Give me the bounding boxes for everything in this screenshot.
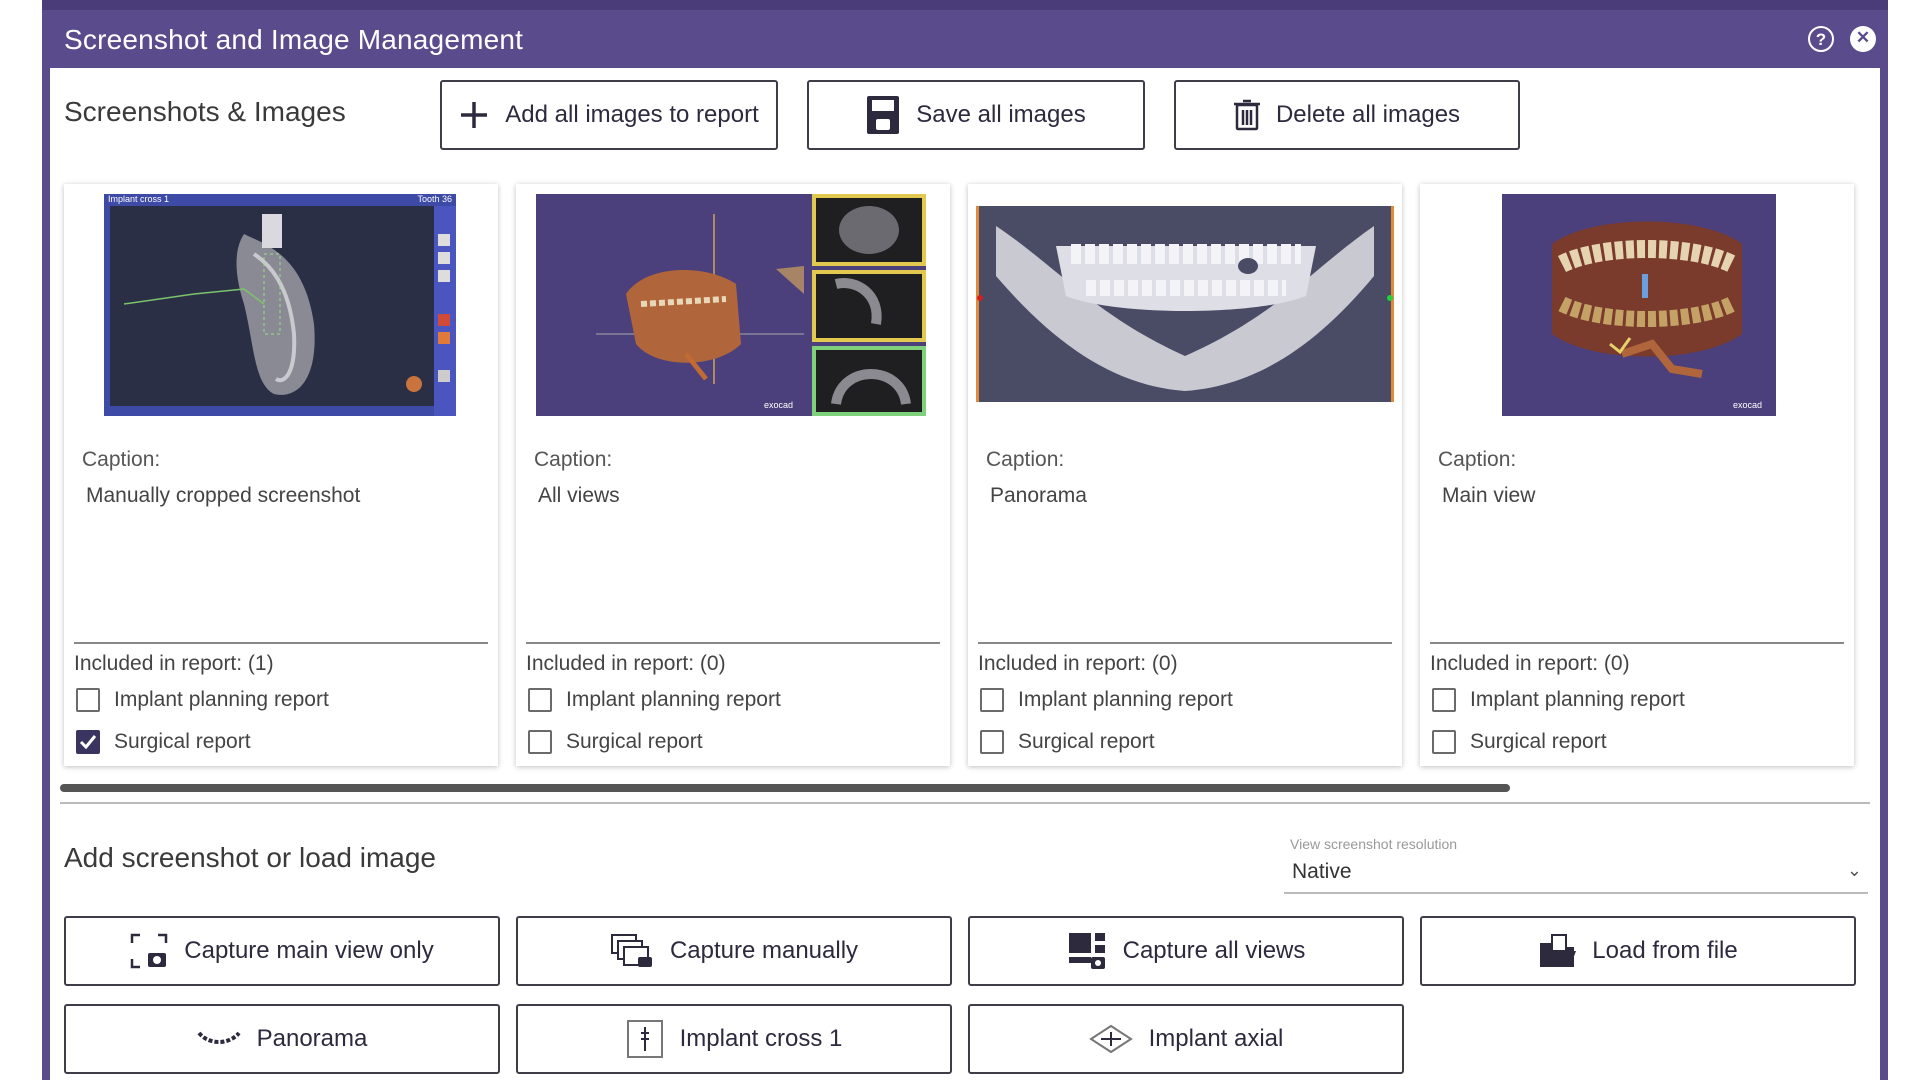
image-card[interactable]: exocad Caption: Main view Included in re… [1420,184,1854,766]
implant-planning-label: Implant planning report [114,688,329,711]
capture-all-icon [1067,931,1107,971]
thumb-title-text: Implant cross 1 [108,194,170,204]
surgical-report-option[interactable]: Surgical report [76,730,251,754]
resolution-dropdown[interactable]: Native ⌄ [1284,854,1868,894]
dialog-window: Screenshot and Image Management ? ✕ Scre… [42,0,1888,1090]
capture-manually-button[interactable]: Capture manually [516,916,952,986]
caption-text[interactable]: Manually cropped screenshot [86,484,360,508]
caption-text[interactable]: Panorama [990,484,1087,508]
implant-planning-checkbox[interactable] [528,688,552,712]
implant-planning-label: Implant planning report [1470,688,1685,711]
caption-label: Caption: [82,448,161,471]
implant-planning-label: Implant planning report [566,688,781,711]
trash-icon [1233,99,1260,131]
image-card[interactable]: exocad Caption: All views Included in re… [516,184,950,766]
plus-icon [459,100,489,130]
scrollbar-thumb[interactable] [60,784,1510,792]
surgical-report-option[interactable]: Surgical report [980,730,1155,754]
surgical-report-checkbox[interactable] [76,730,100,754]
surgical-report-checkbox[interactable] [528,730,552,754]
help-icon[interactable]: ? [1808,26,1834,52]
included-count: Included in report: (1) [74,652,274,675]
implant-planning-checkbox[interactable] [1432,688,1456,712]
included-count: Included in report: (0) [978,652,1178,675]
surgical-report-label: Surgical report [1470,730,1607,753]
checkmark-icon [79,735,97,750]
folder-open-icon [1538,933,1577,969]
thumbnail-implant-cross[interactable]: Implant cross 1 Tooth 36 [104,194,456,416]
caption-label: Caption: [1438,448,1517,471]
implant-planning-option[interactable]: Implant planning report [528,688,781,712]
caption-text[interactable]: All views [538,484,620,508]
horizontal-scrollbar[interactable] [60,784,1870,792]
implant-cross-button[interactable]: Implant cross 1 [516,1004,952,1074]
thumbnail-panorama[interactable] [976,206,1394,402]
capture-manually-label: Capture manually [669,937,859,964]
load-from-file-label: Load from file [1592,937,1738,964]
load-from-file-button[interactable]: Load from file [1420,916,1856,986]
panorama-label: Panorama [256,1025,368,1052]
surgical-report-option[interactable]: Surgical report [1432,730,1607,754]
resolution-label: View screenshot resolution [1290,836,1458,852]
title-bar: Screenshot and Image Management ? ✕ [42,10,1888,68]
dialog-body: Screenshots & Images Add all images to r… [50,68,1880,1090]
capture-manual-icon [610,933,654,969]
section-title-add: Add screenshot or load image [64,842,436,873]
included-count: Included in report: (0) [1430,652,1630,675]
image-card[interactable]: Implant cross 1 Tooth 36 Caption: Manual… [64,184,498,766]
section-title-screenshots: Screenshots & Images [64,96,346,127]
surgical-report-option[interactable]: Surgical report [528,730,703,754]
delete-all-images-button[interactable]: Delete all images [1174,80,1520,150]
caption-divider [1430,642,1844,644]
save-icon [866,95,900,135]
surgical-report-label: Surgical report [1018,730,1155,753]
caption-divider [74,642,488,644]
implant-axial-label: Implant axial [1148,1025,1284,1052]
implant-cross-icon [626,1019,664,1059]
implant-planning-checkbox[interactable] [980,688,1004,712]
panorama-button[interactable]: Panorama [64,1004,500,1074]
caption-divider [526,642,940,644]
caption-divider [978,642,1392,644]
surgical-report-label: Surgical report [114,730,251,753]
camera-crop-icon [130,933,168,969]
capture-main-view-button[interactable]: Capture main view only [64,916,500,986]
section-separator [60,802,1870,804]
image-card[interactable]: Caption: Panorama Included in report: (0… [968,184,1402,766]
save-all-images-button[interactable]: Save all images [807,80,1145,150]
implant-axial-icon [1088,1024,1133,1054]
chevron-down-icon: ⌄ [1846,860,1862,880]
panorama-icon [197,1029,241,1049]
thumb-tooth-text: Tooth 36 [417,194,452,204]
surgical-report-checkbox[interactable] [980,730,1004,754]
implant-cross-label: Implant cross 1 [679,1025,843,1052]
implant-axial-button[interactable]: Implant axial [968,1004,1404,1074]
window-title: Screenshot and Image Management [64,24,524,55]
add-all-to-report-button[interactable]: Add all images to report [440,80,778,150]
resolution-value: Native [1292,860,1352,883]
caption-label: Caption: [986,448,1065,471]
thumb-brand-text: exocad [764,400,794,410]
thumbnail-main-view[interactable]: exocad [1502,194,1776,416]
add-all-label: Add all images to report [505,101,759,128]
implant-planning-checkbox[interactable] [76,688,100,712]
surgical-report-checkbox[interactable] [1432,730,1456,754]
implant-planning-option[interactable]: Implant planning report [980,688,1233,712]
implant-planning-option[interactable]: Implant planning report [76,688,329,712]
delete-all-label: Delete all images [1275,101,1461,128]
close-icon[interactable]: ✕ [1850,26,1876,52]
capture-all-views-button[interactable]: Capture all views [968,916,1404,986]
capture-main-view-label: Capture main view only [184,937,434,964]
caption-label: Caption: [534,448,613,471]
implant-planning-label: Implant planning report [1018,688,1233,711]
included-count: Included in report: (0) [526,652,726,675]
capture-all-views-label: Capture all views [1122,937,1306,964]
save-all-label: Save all images [916,101,1086,128]
implant-planning-option[interactable]: Implant planning report [1432,688,1685,712]
caption-text[interactable]: Main view [1442,484,1535,508]
thumbnail-all-views[interactable]: exocad [536,194,926,416]
surgical-report-label: Surgical report [566,730,703,753]
thumb-brand-text: exocad [1732,400,1762,410]
